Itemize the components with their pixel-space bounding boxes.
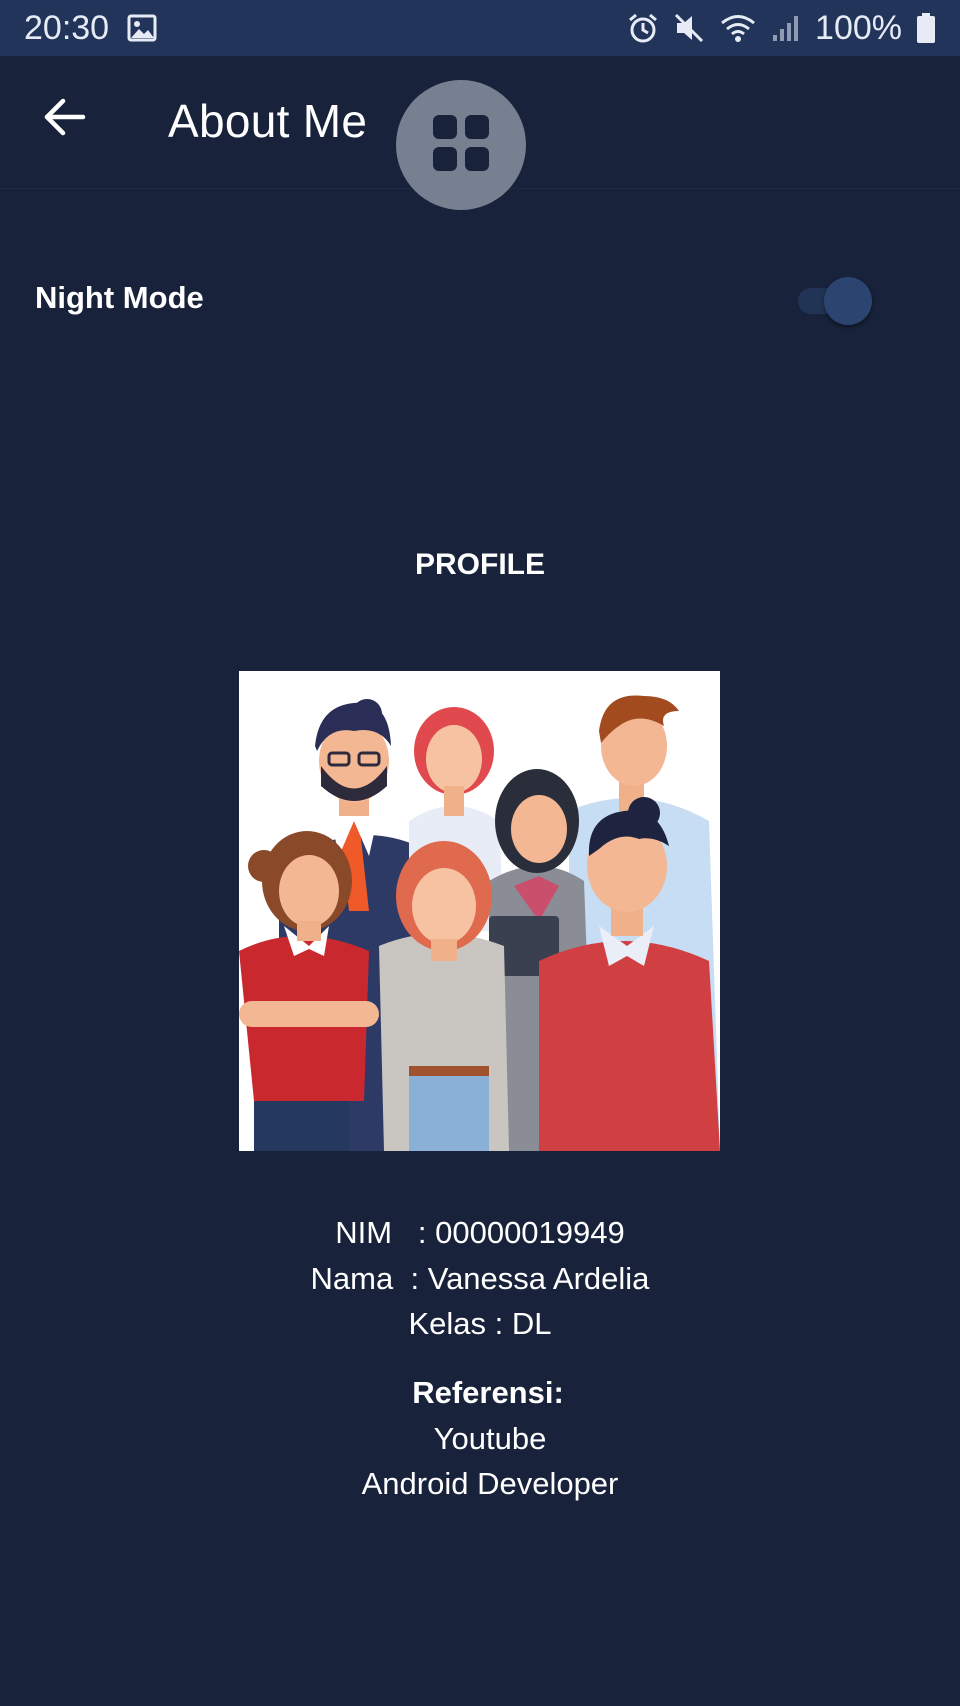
- night-mode-row: Night Mode: [0, 258, 960, 344]
- back-button[interactable]: [38, 92, 92, 146]
- reference-item: Youtube: [433, 1421, 547, 1456]
- grid-icon: [431, 113, 491, 178]
- arrow-left-icon: [43, 97, 87, 142]
- reference-item: Android Developer: [361, 1466, 619, 1501]
- references-title: Referensi:: [412, 1375, 564, 1410]
- status-left: 20:30: [24, 9, 157, 48]
- person-grey-top-woman: [379, 841, 509, 1151]
- profile-kelas: Kelas : DL: [408, 1306, 552, 1341]
- floating-menu-button[interactable]: [396, 80, 526, 210]
- profile-illustration: [239, 671, 720, 1151]
- profile-nim: NIM : 00000019949: [335, 1215, 625, 1250]
- app-bar: About Me: [0, 56, 960, 210]
- profile-nama: Nama : Vanessa Ardelia: [310, 1261, 650, 1296]
- night-mode-label: Night Mode: [35, 280, 204, 315]
- status-time: 20:30: [24, 8, 110, 47]
- page-title: About Me: [168, 95, 368, 147]
- profile-heading: PROFILE: [414, 548, 545, 581]
- mute-icon: [673, 12, 705, 44]
- status-right: 100%: [627, 9, 936, 48]
- battery-percent: 100%: [815, 8, 902, 47]
- battery-icon: [916, 12, 936, 44]
- switch-thumb: [824, 277, 872, 325]
- status-bar: 20:30 100%: [0, 0, 960, 56]
- alarm-icon: [627, 12, 659, 44]
- image-icon: [127, 14, 157, 42]
- signal-icon: [771, 13, 801, 43]
- wifi-icon: [719, 12, 757, 44]
- night-mode-switch[interactable]: [794, 276, 874, 326]
